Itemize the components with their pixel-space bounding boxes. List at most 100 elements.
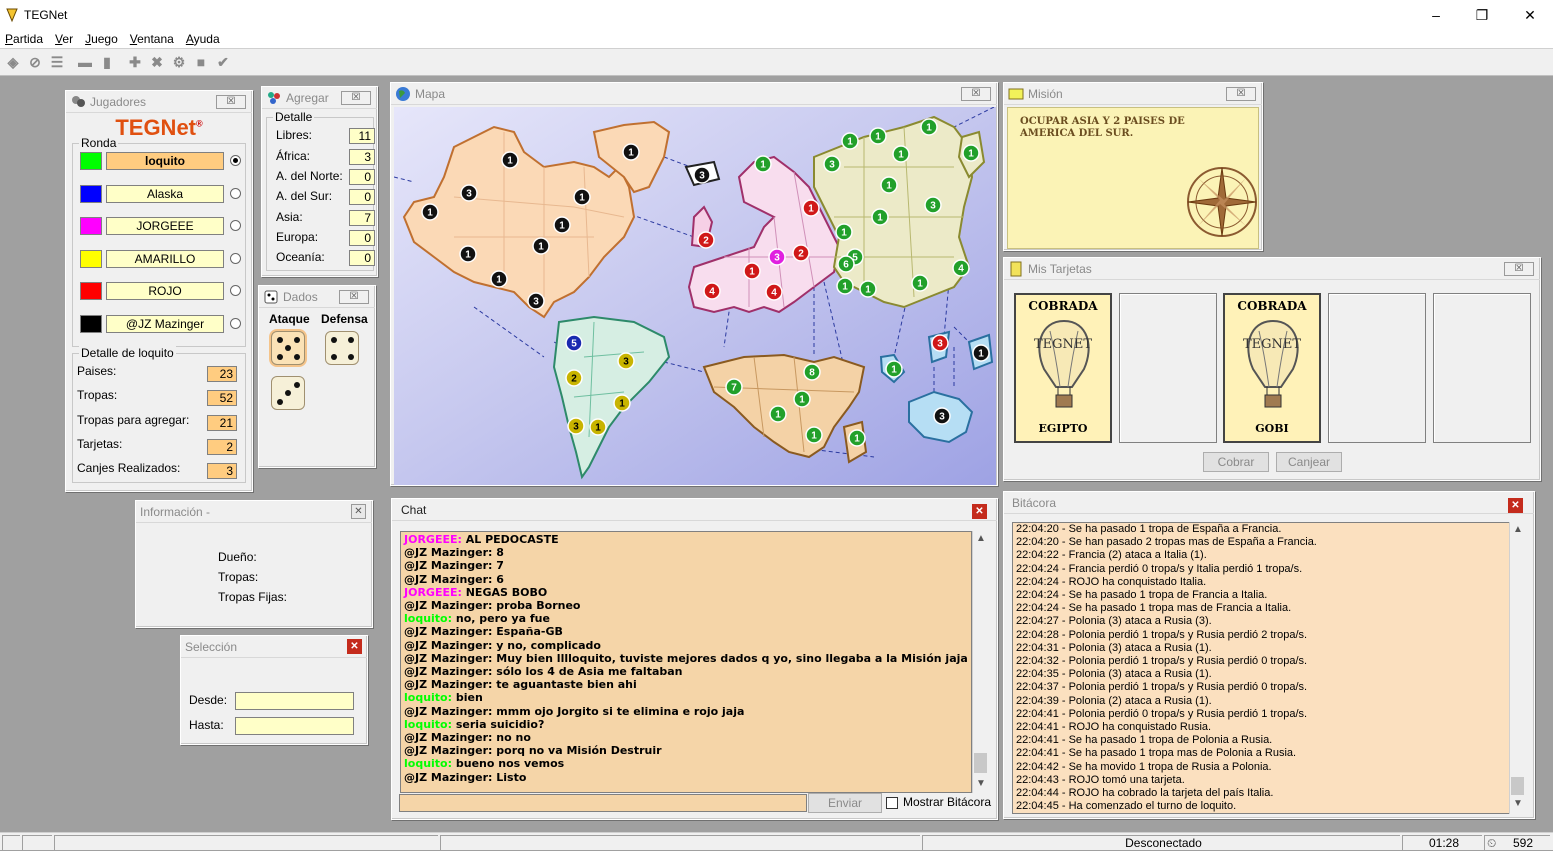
chat-input[interactable]	[399, 794, 807, 812]
army-marker[interactable]: 1	[622, 143, 640, 161]
mostrar-bitacora-label[interactable]: Mostrar Bitácora	[903, 795, 991, 809]
enviar-button[interactable]: Enviar	[808, 793, 882, 813]
army-marker[interactable]: 8	[803, 363, 821, 381]
jugadores-close-button[interactable]: ☒	[216, 95, 246, 109]
player-radio[interactable]	[230, 220, 241, 231]
army-marker[interactable]: 4	[765, 283, 783, 301]
army-marker[interactable]: 1	[885, 360, 903, 378]
world-map[interactable]: 113111111332112314 41 111 131131561 11453213…	[394, 107, 996, 485]
army-marker[interactable]: 4	[703, 282, 721, 300]
regroup-icon[interactable]: ⚙	[168, 51, 190, 73]
card-icon[interactable]: ■	[190, 51, 212, 73]
army-marker[interactable]: 3	[931, 334, 949, 352]
player-radio[interactable]	[230, 318, 241, 329]
player-row[interactable]: @JZ Mazinger	[80, 315, 241, 333]
army-marker[interactable]: 1	[962, 144, 980, 162]
army-marker[interactable]: 5	[565, 334, 583, 352]
close-button[interactable]: ✕	[1507, 0, 1553, 30]
country-card[interactable]: COBRADA TEGNET GOBI	[1223, 293, 1321, 443]
army-marker[interactable]: 1	[920, 118, 938, 136]
army-marker[interactable]: 1	[501, 151, 519, 169]
army-marker[interactable]: 1	[421, 203, 439, 221]
army-marker[interactable]: 1	[769, 405, 787, 423]
army-marker[interactable]: 1	[892, 145, 910, 163]
army-marker[interactable]: 3	[567, 417, 585, 435]
stop-icon[interactable]: ▮	[96, 51, 118, 73]
army-marker[interactable]: 2	[697, 231, 715, 249]
country-card[interactable]: COBRADA TEGNET EGIPTO	[1014, 293, 1112, 443]
menu-partida[interactable]: Partida	[5, 32, 43, 46]
chat-close-button[interactable]: ✕	[972, 504, 987, 519]
canjear-button[interactable]: Canjear	[1276, 452, 1342, 472]
army-marker[interactable]: 1	[490, 270, 508, 288]
army-marker[interactable]: 3	[933, 407, 951, 425]
menu-ventana[interactable]: Ventana	[130, 32, 174, 46]
army-marker[interactable]: 1	[972, 344, 990, 362]
army-marker[interactable]: 1	[743, 262, 761, 280]
army-marker[interactable]: 3	[693, 166, 711, 184]
scroll-up-icon[interactable]: ▲	[1513, 524, 1523, 535]
army-marker[interactable]: 3	[823, 155, 841, 173]
dados-close-button[interactable]: ☒	[339, 290, 369, 304]
end-turn-icon[interactable]: ✔	[212, 51, 234, 73]
mapa-close-button[interactable]: ☒	[961, 87, 991, 101]
army-marker[interactable]: 1	[802, 199, 820, 217]
scroll-thumb[interactable]	[974, 753, 987, 773]
menu-ver[interactable]: Ver	[55, 32, 73, 46]
army-marker[interactable]: 1	[553, 216, 571, 234]
army-marker[interactable]: 1	[871, 208, 889, 226]
army-marker[interactable]: 1	[859, 280, 877, 298]
army-marker[interactable]: 1	[589, 418, 607, 436]
army-marker[interactable]: 1	[793, 390, 811, 408]
player-row[interactable]: ROJO	[80, 282, 241, 300]
disconnect-icon[interactable]: ⊘	[24, 51, 46, 73]
bitacora-close-button[interactable]: ✕	[1508, 498, 1523, 513]
army-marker[interactable]: 1	[869, 127, 887, 145]
army-marker[interactable]: 1	[532, 237, 550, 255]
army-marker[interactable]: 3	[768, 248, 786, 266]
player-radio[interactable]	[230, 155, 241, 166]
army-marker[interactable]: 1	[573, 188, 591, 206]
army-marker[interactable]: 4	[952, 259, 970, 277]
connect-icon[interactable]: ◈	[2, 51, 24, 73]
scroll-down-icon[interactable]: ▼	[1513, 798, 1523, 809]
army-marker[interactable]: 3	[527, 292, 545, 310]
scroll-thumb[interactable]	[1511, 777, 1524, 795]
army-marker[interactable]: 3	[924, 196, 942, 214]
agregar-close-button[interactable]: ☒	[341, 91, 371, 105]
army-marker[interactable]: 1	[848, 429, 866, 447]
chat-scrollbar[interactable]: ▲ ▼	[972, 531, 988, 793]
army-marker[interactable]: 2	[792, 244, 810, 262]
player-row[interactable]: AMARILLO	[80, 250, 241, 268]
add-icon[interactable]: ✚	[124, 51, 146, 73]
mostrar-bitacora-checkbox[interactable]	[886, 797, 898, 809]
mision-close-button[interactable]: ☒	[1226, 87, 1256, 101]
player-radio[interactable]	[230, 285, 241, 296]
army-marker[interactable]: 2	[565, 369, 583, 387]
army-marker[interactable]: 1	[911, 274, 929, 292]
army-marker[interactable]: 1	[754, 155, 772, 173]
bitacora-scrollbar[interactable]: ▲ ▼	[1509, 522, 1525, 814]
seleccion-close-button[interactable]: ✕	[347, 639, 362, 654]
army-marker[interactable]: 3	[460, 184, 478, 202]
player-row[interactable]: loquito	[80, 152, 241, 170]
menu-ayuda[interactable]: Ayuda	[186, 32, 220, 46]
scroll-up-icon[interactable]: ▲	[976, 533, 986, 544]
army-marker[interactable]: 1	[841, 132, 859, 150]
army-marker[interactable]: 1	[835, 223, 853, 241]
scroll-down-icon[interactable]: ▼	[976, 778, 986, 789]
army-marker[interactable]: 7	[725, 378, 743, 396]
tarjetas-close-button[interactable]: ☒	[1504, 262, 1534, 276]
army-marker[interactable]: 3	[617, 352, 635, 370]
attack-icon[interactable]: ✖	[146, 51, 168, 73]
player-row[interactable]: Alaska	[80, 185, 241, 203]
desde-field[interactable]	[235, 692, 354, 710]
army-marker[interactable]: 1	[459, 245, 477, 263]
list-icon[interactable]: ☰	[46, 51, 68, 73]
army-marker[interactable]: 1	[805, 426, 823, 444]
minimize-button[interactable]: –	[1413, 0, 1459, 30]
hasta-field[interactable]	[235, 717, 354, 735]
informacion-close-button[interactable]: ✕	[351, 504, 366, 519]
player-radio[interactable]	[230, 188, 241, 199]
menu-juego[interactable]: Juego	[85, 32, 118, 46]
